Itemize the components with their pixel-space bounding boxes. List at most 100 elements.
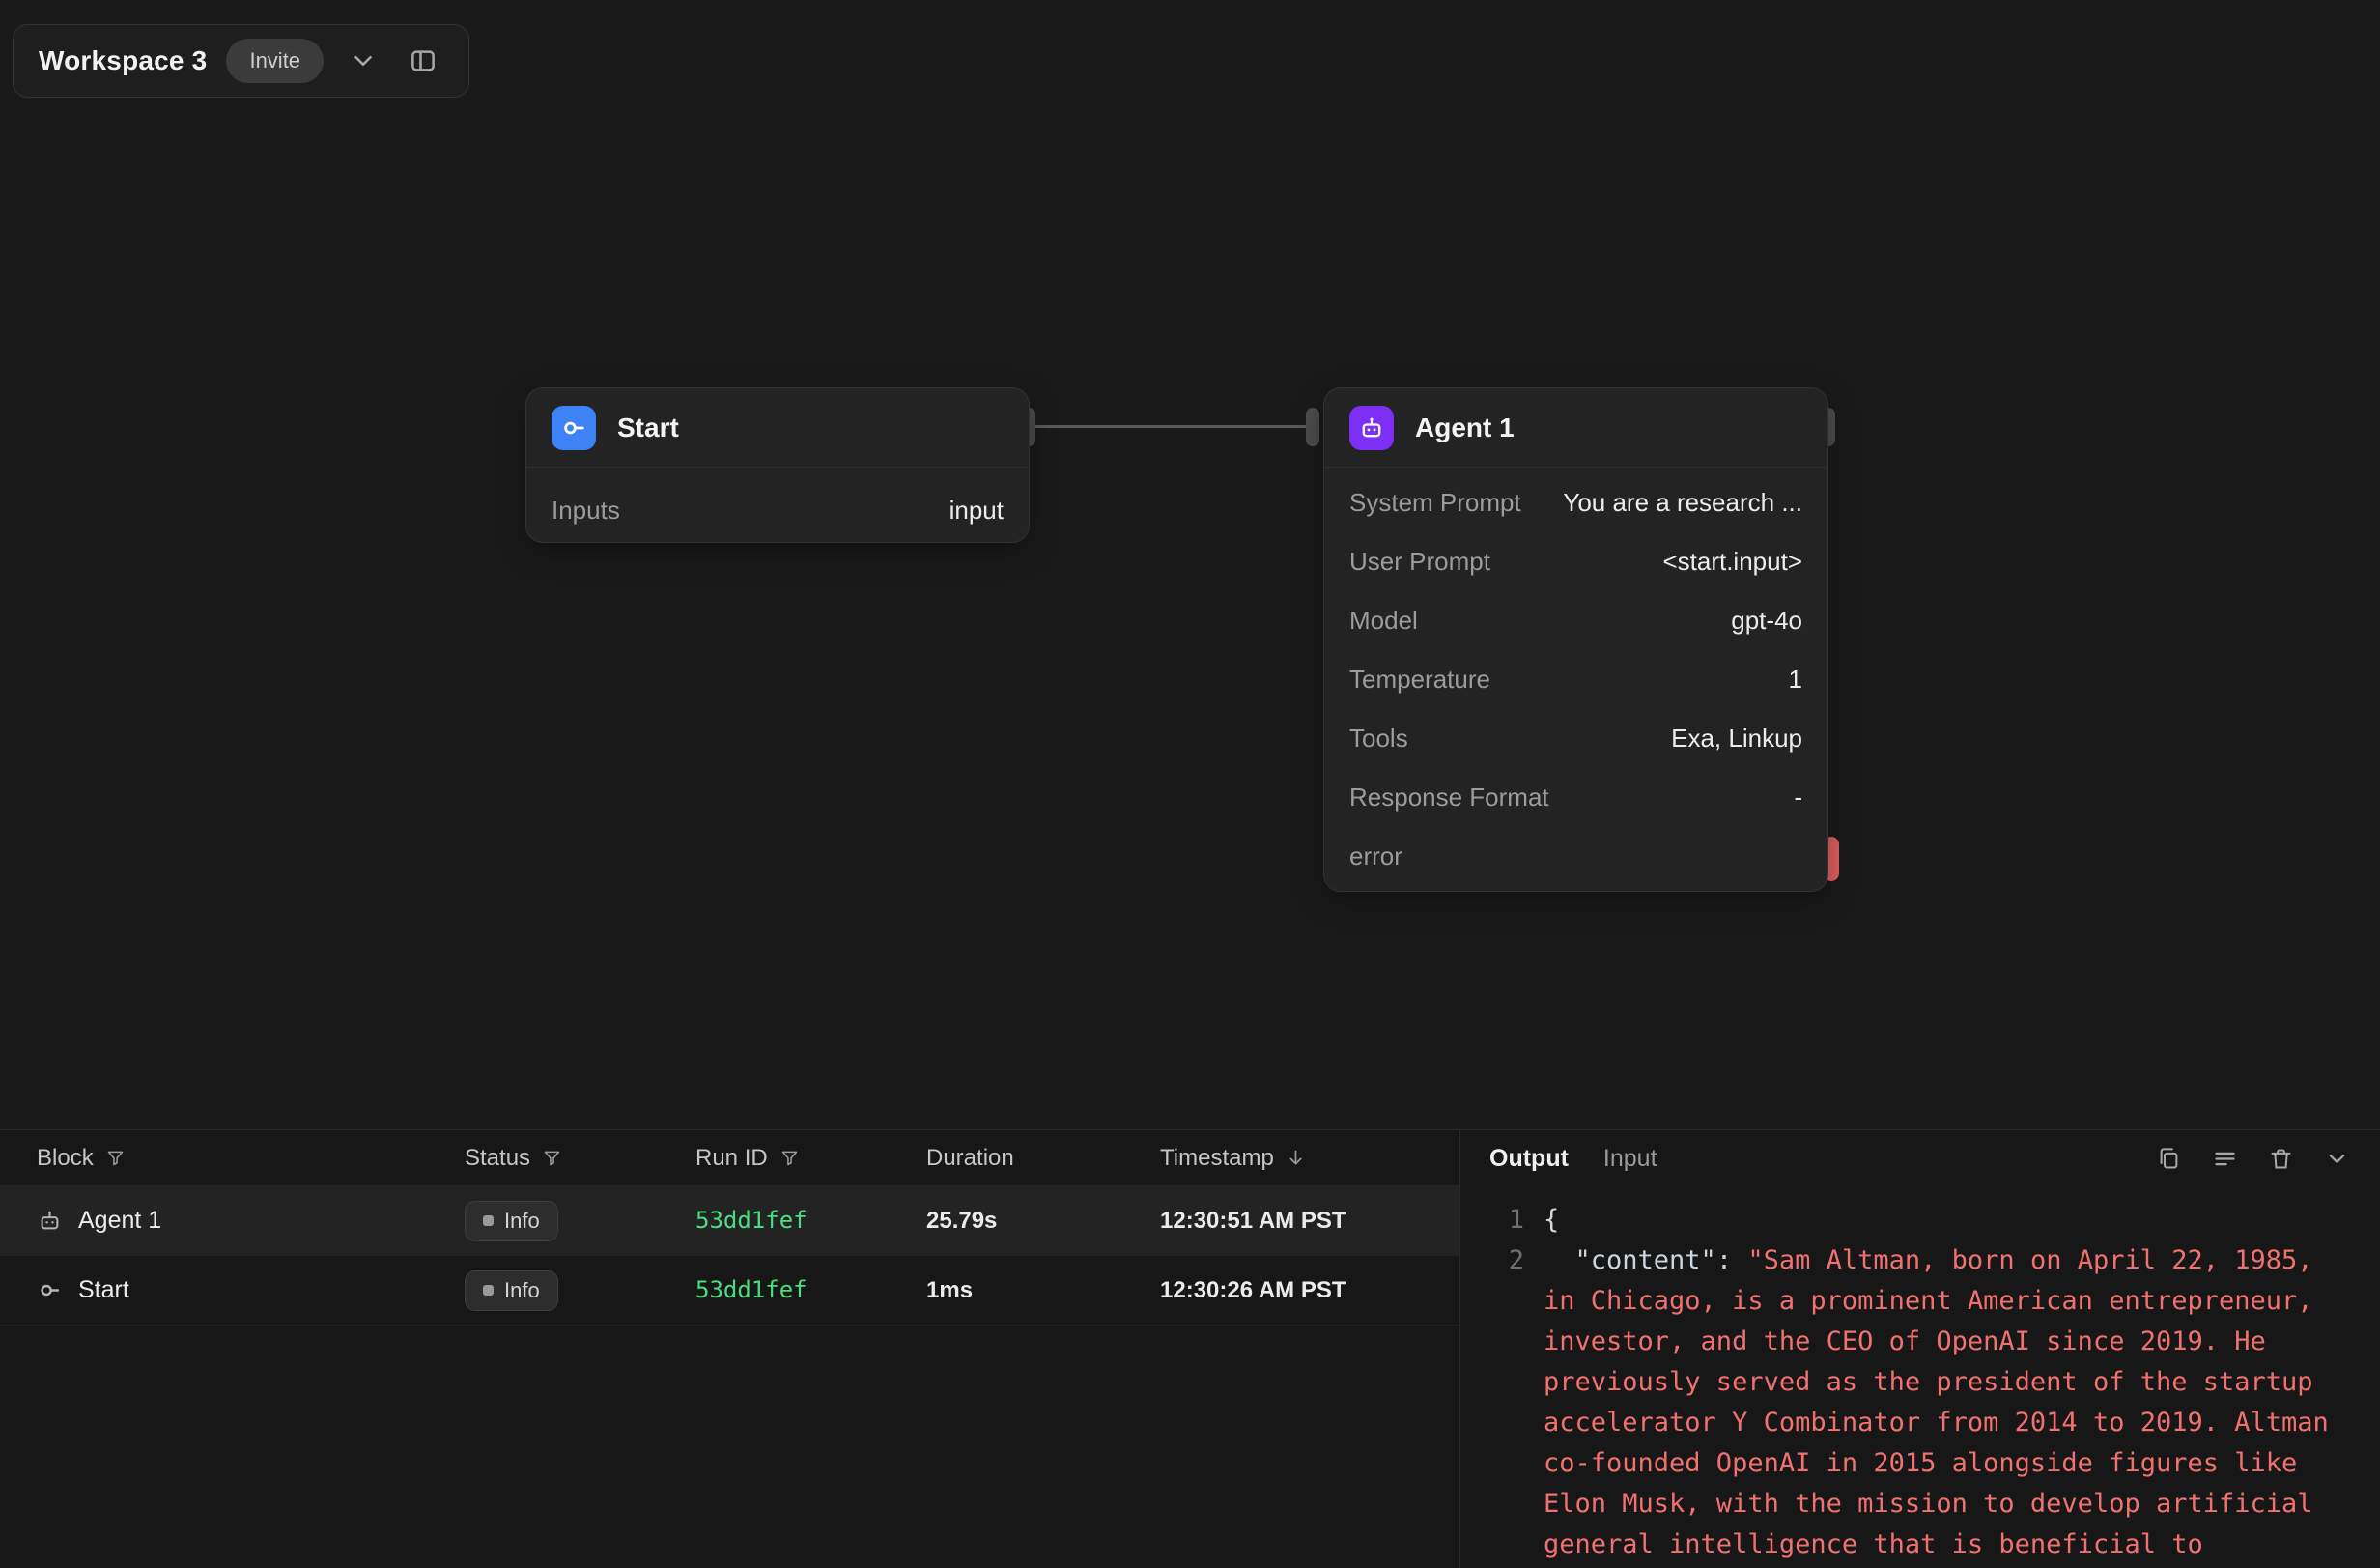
duration-cell: 25.79s xyxy=(926,1207,1160,1235)
column-header-timestamp[interactable]: Timestamp xyxy=(1160,1145,1459,1172)
column-header-run-id[interactable]: Run ID xyxy=(695,1145,926,1172)
tab-output[interactable]: Output xyxy=(1489,1145,1569,1173)
json-separator: : xyxy=(1716,1245,1748,1275)
row-label: error xyxy=(1349,841,1402,871)
agent-icon xyxy=(1349,406,1394,450)
start-icon xyxy=(552,406,596,450)
column-label: Block xyxy=(37,1145,94,1172)
edge-start-to-agent[interactable] xyxy=(1034,425,1314,428)
json-string-value: "Sam Altman, born on April 22, 1985, in … xyxy=(1544,1245,2344,1559)
status-dot-icon xyxy=(483,1285,494,1296)
sidebar-toggle-icon[interactable] xyxy=(403,41,443,81)
block-cell: Agent 1 xyxy=(0,1207,465,1235)
run-id: 53dd1fef xyxy=(695,1276,808,1303)
row-label: Response Format xyxy=(1349,783,1549,813)
workspace-header: Workspace 3 Invite xyxy=(13,24,469,98)
row-value: <start.input> xyxy=(1662,547,1802,577)
code-text: "content": "Sam Altman, born on April 22… xyxy=(1544,1240,2380,1565)
status-dot-icon xyxy=(483,1215,494,1226)
detail-header: Output Input xyxy=(1460,1130,2380,1186)
block-cell: Start xyxy=(0,1276,465,1304)
logs-table: Block Status Run ID Duration Timestamp xyxy=(0,1130,1460,1568)
code-text: { xyxy=(1544,1200,2380,1240)
row-value: gpt-4o xyxy=(1731,606,1802,636)
row-label: User Prompt xyxy=(1349,547,1490,577)
column-label: Status xyxy=(465,1145,530,1172)
row-label: Inputs xyxy=(552,496,620,526)
duration: 25.79s xyxy=(926,1208,997,1234)
output-code-viewer[interactable]: 1 { 2 "content": "Sam Altman, born on Ap… xyxy=(1460,1186,2380,1568)
status-label: Info xyxy=(504,1278,540,1303)
timestamp: 12:30:51 AM PST xyxy=(1160,1208,1346,1234)
row-value: Exa, Linkup xyxy=(1671,724,1802,754)
agent-param-row: System Prompt You are a research ... xyxy=(1349,473,1802,532)
run-id-cell: 53dd1fef xyxy=(695,1276,926,1304)
timestamp: 12:30:26 AM PST xyxy=(1160,1277,1346,1303)
row-value: 1 xyxy=(1789,665,1802,695)
app-root: Workspace 3 Invite Start xyxy=(0,0,2380,1568)
duration: 1ms xyxy=(926,1277,973,1303)
row-value: You are a research ... xyxy=(1563,488,1802,518)
code-line: 1 { xyxy=(1460,1200,2380,1240)
row-value: - xyxy=(1794,783,1802,813)
start-node-title: Start xyxy=(617,413,679,443)
code-line: 2 "content": "Sam Altman, born on April … xyxy=(1460,1240,2380,1565)
line-number: 2 xyxy=(1460,1240,1544,1565)
agent-param-row: User Prompt <start.input> xyxy=(1349,532,1802,591)
timestamp-cell: 12:30:26 AM PST xyxy=(1160,1276,1459,1304)
agent-icon xyxy=(37,1208,63,1234)
workspace-name: Workspace 3 xyxy=(39,45,207,76)
wrap-lines-icon[interactable] xyxy=(2210,1144,2239,1173)
run-id-cell: 53dd1fef xyxy=(695,1207,926,1235)
row-label: System Prompt xyxy=(1349,488,1521,518)
status-cell: Info xyxy=(465,1270,695,1311)
column-label: Duration xyxy=(926,1145,1014,1172)
log-row-start[interactable]: Start Info 53dd1fef 1ms 12:30:26 AM PST xyxy=(0,1256,1459,1326)
logs-table-header: Block Status Run ID Duration Timestamp xyxy=(0,1130,1459,1186)
filter-icon xyxy=(105,1148,126,1168)
json-key: "content" xyxy=(1575,1245,1716,1275)
chevron-down-icon[interactable] xyxy=(343,41,383,81)
column-header-duration[interactable]: Duration xyxy=(926,1145,1160,1172)
status-badge: Info xyxy=(465,1201,558,1241)
timestamp-cell: 12:30:51 AM PST xyxy=(1160,1207,1459,1235)
agent-node[interactable]: Agent 1 System Prompt You are a research… xyxy=(1323,387,1828,892)
row-label: Model xyxy=(1349,606,1418,636)
invite-button[interactable]: Invite xyxy=(226,39,324,83)
row-value: input xyxy=(949,496,1004,526)
column-label: Timestamp xyxy=(1160,1145,1274,1172)
agent-param-row: Temperature 1 xyxy=(1349,650,1802,709)
line-number: 1 xyxy=(1460,1200,1544,1240)
workflow-canvas[interactable]: Workspace 3 Invite Start xyxy=(0,0,2380,1129)
status-badge: Info xyxy=(465,1270,558,1311)
start-icon xyxy=(37,1277,63,1303)
column-label: Run ID xyxy=(695,1145,768,1172)
start-node[interactable]: Start Inputs input xyxy=(525,387,1030,543)
agent-param-row: Model gpt-4o xyxy=(1349,591,1802,650)
agent-node-title: Agent 1 xyxy=(1415,413,1515,443)
code-indent xyxy=(1544,1245,1575,1275)
status-cell: Info xyxy=(465,1201,695,1241)
filter-icon xyxy=(542,1148,562,1168)
chevron-down-icon[interactable] xyxy=(2322,1144,2351,1173)
column-header-status[interactable]: Status xyxy=(465,1145,695,1172)
row-label: Tools xyxy=(1349,724,1408,754)
agent-input-handle[interactable] xyxy=(1306,408,1319,446)
agent-param-row: Tools Exa, Linkup xyxy=(1349,709,1802,768)
start-node-header: Start xyxy=(526,388,1029,468)
start-inputs-row: Inputs input xyxy=(552,473,1004,547)
tab-input[interactable]: Input xyxy=(1603,1145,1658,1173)
duration-cell: 1ms xyxy=(926,1276,1160,1304)
status-label: Info xyxy=(504,1209,540,1234)
filter-icon xyxy=(779,1148,800,1168)
copy-icon[interactable] xyxy=(2154,1144,2183,1173)
log-detail-panel: Output Input xyxy=(1460,1130,2380,1568)
trash-icon[interactable] xyxy=(2266,1144,2295,1173)
agent-node-header: Agent 1 xyxy=(1324,388,1828,468)
agent-error-row: error xyxy=(1349,827,1802,886)
block-name: Start xyxy=(78,1276,129,1304)
sort-desc-icon xyxy=(1286,1148,1306,1168)
log-row-agent-1[interactable]: Agent 1 Info 53dd1fef 25.79s 12:30:51 AM… xyxy=(0,1186,1459,1256)
run-id: 53dd1fef xyxy=(695,1207,808,1234)
column-header-block[interactable]: Block xyxy=(0,1145,465,1172)
